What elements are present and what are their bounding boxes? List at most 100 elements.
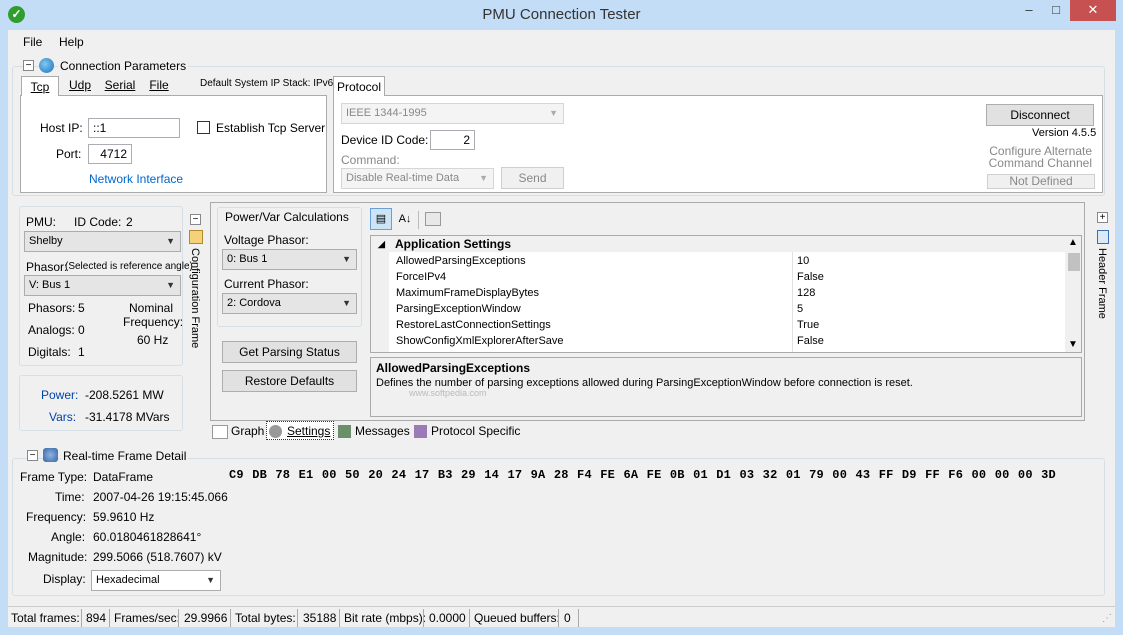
collapse-triangle-icon[interactable]: ◢ bbox=[378, 236, 385, 252]
resize-grip-icon[interactable]: ⋰ bbox=[1102, 613, 1112, 624]
pmu-select[interactable]: Shelby ▼ bbox=[24, 231, 181, 252]
window-title: PMU Connection Tester bbox=[482, 6, 641, 23]
sort-alpha-icon[interactable]: A↓ bbox=[395, 210, 415, 230]
messages-icon bbox=[338, 425, 351, 438]
frequency-label: Frequency: bbox=[123, 315, 184, 329]
display-select-value: Hexadecimal bbox=[96, 574, 160, 586]
tab-protocol[interactable]: Protocol bbox=[333, 76, 385, 96]
table-row[interactable]: ShowConfigXmlExplorerAfterSave False bbox=[371, 333, 1081, 349]
port-input[interactable]: 4712 bbox=[88, 144, 132, 164]
expand-header-toggle-icon[interactable]: + bbox=[1097, 212, 1108, 223]
queued-buffers-label: Queued buffers: bbox=[474, 611, 560, 625]
menu-file[interactable]: File bbox=[23, 35, 42, 49]
header-frame-icon bbox=[1097, 230, 1109, 244]
configuration-frame-label[interactable]: Configuration Frame bbox=[189, 248, 201, 348]
tab-file[interactable]: File bbox=[142, 78, 176, 92]
phasor-select[interactable]: V: Bus 1 ▼ bbox=[24, 275, 181, 296]
property-value[interactable]: 10 bbox=[797, 253, 809, 269]
get-parsing-status-button[interactable]: Get Parsing Status bbox=[222, 341, 357, 363]
pmu-select-value: Shelby bbox=[29, 235, 63, 247]
collapse-toggle-icon[interactable]: − bbox=[23, 60, 34, 71]
minimize-button[interactable]: – bbox=[1016, 0, 1042, 21]
table-row[interactable]: ParsingExceptionWindow 5 bbox=[371, 301, 1081, 317]
tab-messages[interactable]: Messages bbox=[355, 424, 410, 438]
tab-tcp[interactable]: Tcp bbox=[21, 76, 59, 96]
toolbar-divider bbox=[418, 211, 419, 229]
device-id-input[interactable]: 2 bbox=[430, 130, 475, 150]
category-label: Application Settings bbox=[395, 237, 512, 251]
send-button[interactable]: Send bbox=[501, 167, 564, 189]
header-frame-label[interactable]: Header Frame bbox=[1096, 248, 1108, 319]
chevron-down-icon: ▼ bbox=[166, 236, 175, 246]
table-row[interactable]: RestoreLastConnectionSettings True bbox=[371, 317, 1081, 333]
status-divider bbox=[178, 609, 179, 627]
gear-icon bbox=[269, 425, 282, 438]
categorized-view-icon[interactable]: ▤ bbox=[370, 208, 392, 230]
frame-type-label: Frame Type: bbox=[20, 470, 88, 484]
property-name: AllowedParsingExceptions bbox=[396, 255, 526, 267]
client-area: File Help − Connection Parameters Tcp Ud… bbox=[8, 30, 1115, 627]
bitrate-value: 0.0000 bbox=[429, 611, 466, 625]
property-value[interactable]: False bbox=[797, 333, 824, 349]
menu-help[interactable]: Help bbox=[59, 35, 84, 49]
restore-defaults-button[interactable]: Restore Defaults bbox=[222, 370, 357, 392]
voltage-phasor-label: Voltage Phasor: bbox=[224, 233, 309, 247]
status-divider bbox=[297, 609, 298, 627]
maximize-button[interactable]: □ bbox=[1043, 0, 1069, 21]
table-row[interactable]: AllowedParsingExceptions 10 bbox=[371, 253, 1081, 269]
not-defined-button[interactable]: Not Defined bbox=[987, 174, 1095, 189]
total-bytes-label: Total bytes: bbox=[235, 611, 296, 625]
command-select-value: Disable Real-time Data bbox=[346, 172, 460, 184]
realtime-icon bbox=[43, 448, 58, 462]
bitrate-label: Bit rate (mbps): bbox=[344, 611, 427, 625]
table-row[interactable]: MaximumFrameDisplayBytes 128 bbox=[371, 285, 1081, 301]
disconnect-button[interactable]: Disconnect bbox=[986, 104, 1094, 126]
magnitude-label: Magnitude: bbox=[28, 550, 88, 564]
current-phasor-select[interactable]: 2: Cordova ▼ bbox=[222, 293, 357, 314]
property-pages-icon[interactable] bbox=[425, 212, 441, 226]
chevron-down-icon: ▼ bbox=[549, 108, 558, 118]
property-value[interactable]: False bbox=[797, 269, 824, 285]
tab-graph[interactable]: Graph bbox=[231, 424, 264, 438]
host-ip-input[interactable]: ::1 bbox=[88, 118, 180, 138]
establish-server-checkbox[interactable] bbox=[197, 121, 210, 134]
chevron-down-icon: ▼ bbox=[342, 254, 351, 264]
frequency-detail-value: 59.9610 Hz bbox=[93, 510, 155, 524]
phasor-select-value: V: Bus 1 bbox=[29, 279, 71, 291]
scroll-down-icon[interactable]: ▼ bbox=[1068, 339, 1078, 350]
property-name: ForceIPv4 bbox=[396, 271, 447, 283]
close-button[interactable]: ✕ bbox=[1070, 0, 1116, 21]
protocol-select[interactable]: IEEE 1344-1995 ▼ bbox=[341, 103, 564, 124]
frequency-detail-label: Frequency: bbox=[26, 510, 87, 524]
tab-protocol-specific[interactable]: Protocol Specific bbox=[431, 424, 520, 438]
status-divider bbox=[230, 609, 231, 627]
collapse-config-toggle-icon[interactable]: − bbox=[190, 214, 201, 225]
tab-udp[interactable]: Udp bbox=[62, 78, 98, 92]
tab-serial[interactable]: Serial bbox=[100, 78, 140, 92]
command-select[interactable]: Disable Real-time Data ▼ bbox=[341, 168, 494, 189]
category-row[interactable]: ◢ Application Settings bbox=[371, 236, 1081, 252]
tab-settings[interactable]: Settings bbox=[287, 424, 330, 438]
collapse-realtime-toggle-icon[interactable]: − bbox=[27, 450, 38, 461]
chevron-down-icon: ▼ bbox=[342, 298, 351, 308]
network-interface-link[interactable]: Network Interface bbox=[89, 172, 183, 186]
establish-server-label: Establish Tcp Server bbox=[216, 121, 326, 135]
voltage-phasor-select[interactable]: 0: Bus 1 ▼ bbox=[222, 249, 357, 270]
analogs-value: 0 bbox=[78, 323, 85, 337]
column-divider bbox=[792, 252, 793, 352]
table-row[interactable]: ForceIPv4 False bbox=[371, 269, 1081, 285]
scroll-thumb[interactable] bbox=[1068, 253, 1080, 271]
display-select[interactable]: Hexadecimal ▼ bbox=[91, 570, 221, 591]
port-label: Port: bbox=[56, 147, 82, 161]
pmu-label: PMU: bbox=[26, 215, 56, 229]
angle-value: 60.0180461828641° bbox=[93, 530, 202, 544]
property-name: MaximumFrameDisplayBytes bbox=[396, 287, 540, 299]
phasors-value: 5 bbox=[78, 301, 85, 315]
scroll-up-icon[interactable]: ▲ bbox=[1068, 237, 1078, 248]
angle-label: Angle: bbox=[51, 530, 86, 544]
property-value[interactable]: 128 bbox=[797, 285, 815, 301]
total-frames-value: 894 bbox=[86, 611, 107, 625]
property-value[interactable]: True bbox=[797, 317, 819, 333]
property-value[interactable]: 5 bbox=[797, 301, 803, 317]
property-name: ShowConfigXmlExplorerAfterSave bbox=[396, 335, 564, 347]
